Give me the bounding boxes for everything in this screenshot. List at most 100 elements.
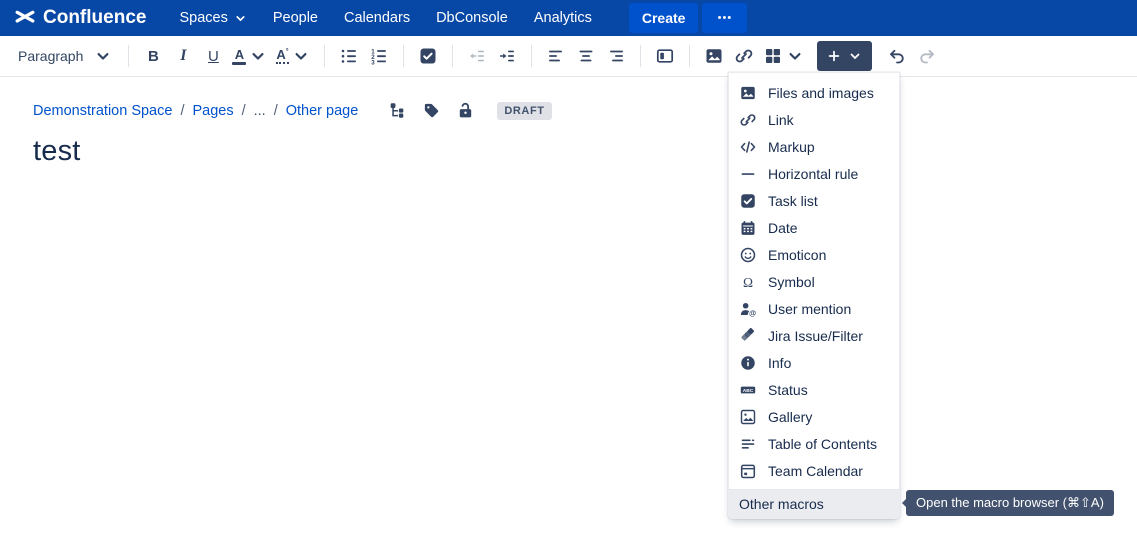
toolbar-divider: [531, 45, 532, 67]
top-nav: Confluence Spaces People Calendars DbCon…: [0, 0, 1137, 36]
menu-item-symbol[interactable]: Ω Symbol: [729, 268, 899, 295]
align-left-icon: [546, 46, 566, 66]
omega-icon: Ω: [739, 273, 757, 291]
emoticon-icon: [739, 246, 757, 264]
page-title[interactable]: test: [33, 135, 1137, 168]
labels-icon: [422, 101, 441, 120]
insert-image-button[interactable]: [699, 40, 729, 72]
text-color-icon: A: [232, 48, 246, 65]
more-formatting-icon: A°: [276, 48, 288, 64]
task-list-icon: [739, 192, 757, 210]
breadcrumb-pages-link[interactable]: Pages: [192, 103, 233, 119]
menu-item-link[interactable]: Link: [729, 106, 899, 133]
table-of-contents-icon: [739, 435, 757, 453]
svg-text:3: 3: [371, 59, 375, 66]
breadcrumb-page-link[interactable]: Other page: [286, 103, 359, 119]
create-button[interactable]: Create: [629, 3, 699, 33]
paragraph-style-dropdown[interactable]: Paragraph: [12, 40, 119, 72]
unlock-button[interactable]: [456, 101, 475, 120]
indent-button[interactable]: [492, 40, 522, 72]
toolbar-divider: [452, 45, 453, 67]
menu-item-emoticon[interactable]: Emoticon: [729, 241, 899, 268]
menu-item-markup[interactable]: Markup: [729, 133, 899, 160]
align-left-button[interactable]: [541, 40, 571, 72]
text-color-dropdown[interactable]: A: [228, 40, 272, 72]
logo-text: Confluence: [43, 7, 146, 29]
insert-menu: Files and images Link Markup Horizontal …: [728, 72, 900, 519]
page-tree-button[interactable]: [388, 101, 407, 120]
image-icon: [704, 46, 724, 66]
menu-item-table-of-contents[interactable]: Table of Contents: [729, 430, 899, 457]
outdent-icon: [467, 46, 487, 66]
numbered-list-button[interactable]: 123: [364, 40, 394, 72]
breadcrumb-actions: [388, 101, 475, 120]
markup-icon: [739, 138, 757, 156]
chevron-down-icon: [785, 46, 805, 66]
menu-item-gallery[interactable]: Gallery: [729, 403, 899, 430]
more-formatting-dropdown[interactable]: A°: [272, 40, 314, 72]
horizontal-rule-icon: [739, 165, 757, 183]
redo-button[interactable]: [912, 40, 942, 72]
menu-item-status[interactable]: ABC Status: [729, 376, 899, 403]
undo-icon: [887, 46, 907, 66]
nav-item-spaces[interactable]: Spaces: [166, 0, 259, 36]
confluence-editor-screen: Confluence Spaces People Calendars DbCon…: [0, 0, 1137, 556]
menu-item-date[interactable]: Date: [729, 214, 899, 241]
menu-item-team-calendar[interactable]: Team Calendar: [729, 457, 899, 484]
svg-text:ABC: ABC: [743, 387, 754, 393]
align-right-icon: [606, 46, 626, 66]
breadcrumb-ellipsis[interactable]: ...: [254, 103, 266, 119]
editor-toolbar: Paragraph B I U A A° 123: [0, 36, 1137, 77]
indent-icon: [497, 46, 517, 66]
insert-link-button[interactable]: [729, 40, 759, 72]
nav-item-analytics[interactable]: Analytics: [521, 0, 605, 36]
toolbar-divider: [403, 45, 404, 67]
calendar-icon: [739, 219, 757, 237]
jira-icon: [739, 327, 757, 345]
gallery-icon: [739, 408, 757, 426]
labels-button[interactable]: [422, 101, 441, 120]
bullet-list-button[interactable]: [334, 40, 364, 72]
menu-item-horizontal-rule[interactable]: Horizontal rule: [729, 160, 899, 187]
page-layout-button[interactable]: [650, 40, 680, 72]
chevron-down-icon: [93, 46, 113, 66]
nav-item-people[interactable]: People: [260, 0, 331, 36]
svg-text:Ω: Ω: [743, 274, 753, 289]
toolbar-divider: [689, 45, 690, 67]
draft-badge: DRAFT: [497, 102, 551, 120]
page-tree-icon: [388, 101, 407, 120]
menu-item-user-mention[interactable]: @ User mention: [729, 295, 899, 322]
undo-button[interactable]: [882, 40, 912, 72]
bullet-list-icon: [339, 46, 359, 66]
numbered-list-icon: 123: [369, 46, 389, 66]
breadcrumb: Demonstration Space / Pages / ... / Othe…: [33, 101, 1137, 120]
align-right-button[interactable]: [601, 40, 631, 72]
toolbar-divider: [640, 45, 641, 67]
outdent-button[interactable]: [462, 40, 492, 72]
menu-item-task-list[interactable]: Task list: [729, 187, 899, 214]
align-center-button[interactable]: [571, 40, 601, 72]
confluence-logo-icon: [14, 7, 36, 29]
menu-item-other-macros[interactable]: Other macros: [729, 489, 899, 518]
nav-item-calendars[interactable]: Calendars: [331, 0, 423, 36]
nav-item-dbconsole[interactable]: DbConsole: [423, 0, 521, 36]
team-calendar-icon: [739, 462, 757, 480]
nav-more-button[interactable]: •••: [702, 3, 747, 33]
insert-table-dropdown[interactable]: [759, 40, 809, 72]
unlock-icon: [456, 101, 475, 120]
task-list-icon: [418, 46, 438, 66]
breadcrumb-space-link[interactable]: Demonstration Space: [33, 103, 172, 119]
info-icon: [739, 354, 757, 372]
bold-button[interactable]: B: [138, 40, 168, 72]
italic-button[interactable]: I: [168, 40, 198, 72]
confluence-logo[interactable]: Confluence: [14, 7, 146, 29]
table-icon: [763, 46, 783, 66]
underline-button[interactable]: U: [198, 40, 228, 72]
menu-item-info[interactable]: Info: [729, 349, 899, 376]
insert-plus-dropdown[interactable]: [817, 41, 872, 71]
chevron-down-icon: [248, 46, 268, 66]
user-mention-icon: @: [739, 300, 757, 318]
task-list-button[interactable]: [413, 40, 443, 72]
menu-item-files-and-images[interactable]: Files and images: [729, 79, 899, 106]
menu-item-jira-issue-filter[interactable]: Jira Issue/Filter: [729, 322, 899, 349]
